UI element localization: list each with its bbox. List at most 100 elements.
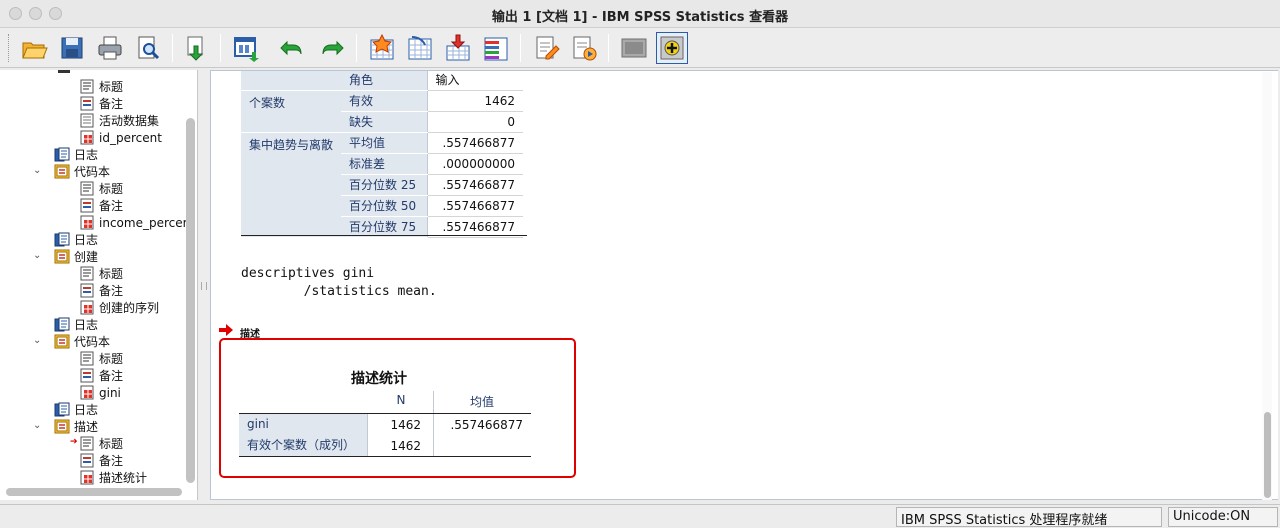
outline-item[interactable]: 活动数据集 (79, 112, 159, 129)
chevron-down-icon[interactable]: ⌄ (33, 250, 41, 261)
toolbar (0, 28, 1280, 68)
stat-row-label: 百分位数 75 (341, 216, 428, 238)
outline-item[interactable]: 标题 (79, 265, 123, 282)
pane-splitter[interactable] (199, 70, 209, 500)
title-icon (79, 436, 95, 451)
outline-item-label: 创建 (74, 250, 99, 264)
stat-row-label: 百分位数 50 (341, 195, 428, 217)
clipped-outline-item (58, 70, 70, 73)
outline-item[interactable]: 代码本 (54, 333, 110, 350)
outline-item[interactable]: 备注 (79, 95, 123, 112)
outline-item-label: 备注 (99, 369, 124, 383)
outline-item[interactable]: id_percent (79, 129, 162, 146)
outline-item[interactable]: 标题 (79, 435, 123, 452)
stat-row-value: .557466877 (427, 174, 523, 196)
outline-item[interactable]: 备注 (79, 452, 123, 469)
outline-vertical-scrollbar[interactable] (186, 118, 195, 483)
outline-pane[interactable]: 标题 备注 活动数据集 id_percent 日志 代码本 ⌄ 标题 备注 income_perc… (0, 70, 198, 500)
outline-item-label: 日志 (74, 318, 99, 332)
save-icon[interactable] (56, 32, 88, 64)
chevron-down-icon[interactable]: ⌄ (33, 335, 41, 346)
table-icon (79, 470, 95, 485)
table-icon (79, 300, 95, 315)
print-icon[interactable] (94, 32, 126, 64)
notes-icon (79, 453, 95, 468)
variables-icon[interactable] (480, 32, 512, 64)
column-header-mean: 均值 (469, 395, 494, 409)
outline-item[interactable]: 标题 (79, 180, 123, 197)
outline-item[interactable]: 日志 (54, 316, 98, 333)
outline-item-label: gini (99, 385, 121, 400)
outline-item-label: 备注 (99, 284, 124, 298)
run-descriptives-icon[interactable] (530, 32, 562, 64)
outline-item[interactable]: 日志 (54, 231, 98, 248)
outline-item-label: 标题 (99, 352, 124, 366)
outline-item-label: 代码本 (74, 165, 111, 179)
column-header-n: N (396, 393, 406, 407)
redo-icon[interactable] (316, 32, 348, 64)
outline-item[interactable]: 日志 (54, 401, 98, 418)
stat-row-label: 标准差 (341, 153, 428, 175)
outline-item[interactable]: 标题 (79, 350, 123, 367)
outline-item-label: 标题 (99, 267, 124, 281)
outline-item[interactable]: 描述 (54, 418, 98, 435)
procedure-icon (54, 249, 70, 264)
outline-item-label: 标题 (99, 80, 124, 94)
show-all-icon[interactable] (618, 32, 650, 64)
print-preview-icon[interactable] (132, 32, 164, 64)
outline-item[interactable]: 备注 (79, 197, 123, 214)
recall-dialog-icon[interactable] (230, 32, 262, 64)
current-item-arrow-icon (219, 324, 233, 336)
log-icon (54, 147, 70, 162)
syntax-log: descriptives gini /statistics mean. (241, 265, 437, 301)
outline-item[interactable]: income_percer (79, 214, 188, 231)
use-variable-sets-icon[interactable] (568, 32, 600, 64)
table-row: 有效个案数（成列） 1462 (239, 435, 531, 456)
outline-item-label: 备注 (99, 199, 124, 213)
current-item-arrow-icon: ➔ (70, 437, 78, 447)
content-scroll-thumb[interactable] (1264, 412, 1271, 498)
outline-item-label: 活动数据集 (99, 114, 160, 128)
outline-item-label: income_percer (99, 215, 188, 230)
stat-row-label: 百分位数 25 (341, 174, 428, 196)
chevron-down-icon[interactable]: ⌄ (33, 420, 41, 431)
export-icon[interactable] (180, 32, 212, 64)
outline-item[interactable]: 日志 (54, 146, 98, 163)
cell-mean: .557466877 (450, 417, 523, 432)
outline-item[interactable]: 创建的序列 (79, 299, 159, 316)
output-content-pane[interactable]: 角色 输入 个案数 有效 1462 缺失 0 集中趋势与离散 平均值 .5574… (210, 70, 1278, 500)
outline-item[interactable]: gini (79, 384, 121, 401)
outline-item[interactable]: 备注 (79, 282, 123, 299)
role-header-label: 角色 (341, 71, 428, 91)
outline-item[interactable]: 备注 (79, 367, 123, 384)
stat-row-label: 缺失 (341, 111, 428, 133)
processor-status: IBM SPSS Statistics 处理程序就绪 (896, 507, 1162, 528)
stat-row-value: .557466877 (427, 195, 523, 217)
title-icon (79, 351, 95, 366)
outline-horizontal-scrollbar[interactable] (6, 488, 182, 496)
status-bar: IBM SPSS Statistics 处理程序就绪 Unicode:ON (0, 504, 1280, 528)
open-icon[interactable] (18, 32, 50, 64)
title-icon (79, 266, 95, 281)
outline-item[interactable]: 创建 (54, 248, 98, 265)
undo-icon[interactable] (276, 32, 308, 64)
log-icon (54, 317, 70, 332)
toolbar-grip[interactable] (8, 34, 10, 62)
table-icon (79, 130, 95, 145)
outline-item[interactable]: 描述统计 (79, 469, 147, 486)
insert-cases-icon[interactable] (656, 32, 688, 64)
text-icon (79, 113, 95, 128)
goto-case-icon[interactable] (404, 32, 436, 64)
outline-item-label: 标题 (99, 182, 124, 196)
chevron-down-icon[interactable]: ⌄ (33, 165, 41, 176)
descriptives-table-title: 描述统计 (351, 371, 407, 387)
table-row: gini 1462 .557466877 (239, 414, 531, 435)
goto-variable-icon[interactable] (442, 32, 474, 64)
syntax-line: /statistics mean. (241, 284, 437, 299)
goto-data-icon[interactable] (366, 32, 398, 64)
outline-item[interactable]: 标题 (79, 78, 123, 95)
outline-item[interactable]: 代码本 (54, 163, 110, 180)
outline-item-label: 日志 (74, 148, 99, 162)
row-label: 有效个案数（成列） (239, 435, 367, 456)
outline-item-label: 描述 (74, 420, 99, 434)
